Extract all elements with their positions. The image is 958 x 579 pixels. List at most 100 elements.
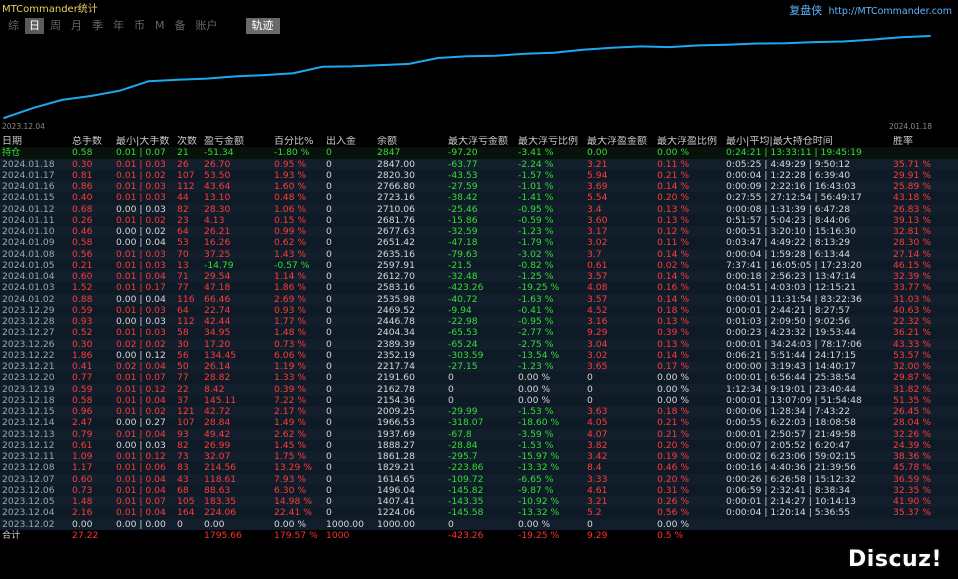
cell-col-3: 44 (175, 192, 202, 204)
cell-col-9: -1.25 % (516, 271, 585, 283)
cell-col-0: 2024.01.15 (0, 192, 70, 204)
table-row[interactable]: 2023.12.06 0.73 0.01 | 0.04 68 88.63 6.30 % 0 1… (0, 484, 958, 496)
cell-col-6: 0 (324, 383, 375, 395)
table-row[interactable]: 2024.01.10 0.46 0.00 | 0.02 64 26.21 0.99 % 0 2… (0, 226, 958, 238)
cell-col-6: 0 (324, 451, 375, 463)
table-row[interactable]: 2023.12.04 2.16 0.01 | 0.04 164 224.06 22.41 … (0, 507, 958, 519)
table-row[interactable]: 2024.01.12 0.68 0.00 | 0.03 82 28.30 1.06 % 0 2… (0, 203, 958, 215)
period-tabs: 综日周月季年币 M 备账户 轨迹 (4, 18, 280, 34)
table-row[interactable]: 2024.01.05 0.21 0.01 | 0.03 13 -14.79 -0.57 %… (0, 259, 958, 271)
table-row[interactable]: 2024.01.15 0.40 0.01 | 0.03 44 13.10 0.48 % 0 2… (0, 192, 958, 204)
table-row[interactable]: 2023.12.13 0.79 0.01 | 0.04 93 49.42 2.62 % 0 1… (0, 428, 958, 440)
table-row[interactable]: 2024.01.09 0.58 0.00 | 0.04 53 16.26 0.62 % 0 2… (0, 237, 958, 249)
cell-col-12: 0:00:08 | 1:31:39 | 6:47:28 (724, 203, 891, 215)
table-row[interactable]: 2024.01.08 0.56 0.01 | 0.03 70 37.25 1.43 % 0 2… (0, 248, 958, 260)
table-row[interactable]: 2023.12.12 0.61 0.00 | 0.03 82 26.99 1.45 % 0 1… (0, 439, 958, 451)
table-row[interactable]: 2024.01.17 0.81 0.01 | 0.02 107 53.50 1.93 % 0… (0, 169, 958, 181)
cell-col-7: 2535.98 (375, 293, 446, 305)
cell-col-2: 0.01 | 0.12 (114, 383, 175, 395)
cell-col-4: 26.99 (202, 439, 272, 451)
cell-col-12: 7:37:41 | 16:05:05 | 17:23:20 (724, 259, 891, 271)
cell-col-3: 26 (175, 158, 202, 170)
cell-col-13: 41.90 % (891, 496, 958, 508)
table-row[interactable]: 2023.12.19 0.59 0.01 | 0.12 22 8.42 0.39 % 0 21… (0, 383, 958, 395)
table-row[interactable]: 2023.12.22 1.86 0.00 | 0.12 56 134.45 6.06 % 0… (0, 349, 958, 361)
cell-col-13: 32.81 % (891, 226, 958, 238)
table-row[interactable]: 2023.12.08 1.17 0.01 | 0.06 83 214.56 13.29 %… (0, 462, 958, 474)
cell-col-0: 2024.01.05 (0, 259, 70, 271)
cell-col-1: 0.58 (70, 394, 114, 406)
cell-col-0: 2024.01.10 (0, 226, 70, 238)
cell-col-3: 50 (175, 361, 202, 373)
tab-2[interactable]: 周 (46, 18, 65, 34)
cell-col-7: 2723.16 (375, 192, 446, 204)
table-row[interactable]: 2023.12.26 0.30 0.02 | 0.02 30 17.20 0.73 % 0 2… (0, 338, 958, 350)
cell-col-1: 1.09 (70, 451, 114, 463)
table-row[interactable]: 2023.12.05 1.48 0.01 | 0.07 105 183.35 14.98 … (0, 496, 958, 508)
cell-col-2: 0.01 | 0.03 (114, 327, 175, 339)
tab-3[interactable]: 月 (67, 18, 86, 34)
cell-col-0: 2023.12.20 (0, 372, 70, 384)
balance-point-0 (3, 117, 5, 119)
table-row[interactable]: 2024.01.02 0.88 0.00 | 0.04 116 66.46 2.69 % 0… (0, 293, 958, 305)
cell-col-9: -18.60 % (516, 417, 585, 429)
table-row[interactable]: 2023.12.21 0.41 0.02 | 0.04 50 26.14 1.19 % 0 2… (0, 361, 958, 373)
table-row[interactable]: 2023.12.18 0.58 0.01 | 0.04 37 145.11 7.22 % 0… (0, 394, 958, 406)
cell-col-3: 73 (175, 451, 202, 463)
cell-col-3 (175, 529, 202, 541)
tab-0[interactable]: 综 (4, 18, 23, 34)
tab-6[interactable]: 币 (130, 18, 149, 34)
cell-col-7: 1407.41 (375, 496, 446, 508)
cell-col-7: 1614.65 (375, 473, 446, 485)
cell-col-13: 43.18 % (891, 192, 958, 204)
holding-row[interactable]: 持仓 0.58 0.01 | 0.07 21 -51.34 -1.80 % 0 2847 -97… (0, 147, 958, 159)
cell-col-9: 0.00 % (516, 383, 585, 395)
balance-point-12 (350, 65, 353, 68)
cell-col-11: 0.14 % (655, 271, 724, 283)
cell-col-6: 0 (324, 259, 375, 271)
cell-col-6: 0 (324, 293, 375, 305)
table-row[interactable]: 2023.12.15 0.96 0.01 | 0.02 121 42.72 2.17 % 0… (0, 406, 958, 418)
table-row[interactable]: 2023.12.20 0.77 0.01 | 0.07 77 28.82 1.33 % 0 2… (0, 372, 958, 384)
tab-4[interactable]: 季 (88, 18, 107, 34)
cell-col-10: 3.7 (585, 248, 655, 260)
cell-col-10: 3.69 (585, 181, 655, 193)
tab-1[interactable]: 日 (25, 18, 44, 34)
cell-col-4: -51.34 (202, 147, 272, 159)
cell-col-2: 0.00 | 0.03 (114, 203, 175, 215)
cell-col-13: 35.71 % (891, 158, 958, 170)
tab-8[interactable]: 备 (171, 18, 190, 34)
balance-line-chart (3, 35, 931, 119)
table-header-row[interactable]: 日期 总手数 最小|大手数 次数 盈亏金额 百分比% 出入金 余额 最大浮亏金额 最大浮亏比例 最大… (0, 136, 958, 147)
table-row[interactable]: 2023.12.14 2.47 0.00 | 0.27 107 28.84 1.49 % 0… (0, 417, 958, 429)
tab-5[interactable]: 年 (109, 18, 128, 34)
cell-col-6: 1000 (324, 529, 375, 541)
cell-col-0: 日期 (2, 136, 22, 147)
brand-url-link[interactable]: http://MTCommander.com (828, 6, 952, 17)
cell-col-12: 0:51:57 | 5:04:23 | 8:44:06 (724, 214, 891, 226)
track-button[interactable]: 轨迹 (245, 18, 280, 34)
cell-col-10: 4.08 (585, 282, 655, 294)
table-row[interactable]: 2024.01.18 0.30 0.01 | 0.03 26 26.70 0.95 % 0 2… (0, 158, 958, 170)
table-row[interactable]: 2023.12.02 0.00 0.00 | 0.00 0 0.00 0.00 % 1000… (0, 518, 958, 530)
cell-col-12: 0:00:51 | 3:20:10 | 15:16:30 (724, 226, 891, 238)
table-row[interactable]: 2023.12.28 0.93 0.00 | 0.03 112 42.44 1.77 % 0… (0, 316, 958, 328)
tab-9[interactable]: 账户 (192, 18, 222, 34)
table-row[interactable]: 2024.01.04 0.60 0.01 | 0.04 71 29.54 1.14 % 0 2… (0, 271, 958, 283)
table-row[interactable]: 2024.01.03 1.52 0.01 | 0.17 77 47.18 1.86 % 0 2… (0, 282, 958, 294)
table-row[interactable]: 2023.12.11 1.09 0.01 | 0.12 73 32.07 1.75 % 0 1… (0, 451, 958, 463)
balance-point-22 (639, 45, 642, 48)
cell-col-11: 0.31 % (655, 484, 724, 496)
table-row[interactable]: 2024.01.16 0.86 0.01 | 0.03 112 43.64 1.60 % 0… (0, 181, 958, 193)
cell-col-11: 0.18 % (655, 304, 724, 316)
total-row[interactable]: 合计 27.22 1795.66 179.57 % 1000 -423.26 -19.25 … (0, 529, 958, 541)
cell-col-1: 0.96 (70, 406, 114, 418)
cell-col-1: 0.68 (70, 203, 114, 215)
table-row[interactable]: 2024.01.11 0.26 0.01 | 0.02 23 4.13 0.15 % 0 26… (0, 214, 958, 226)
table-row[interactable]: 2023.12.07 0.60 0.01 | 0.04 43 118.61 7.93 % 0… (0, 473, 958, 485)
cell-col-6: 0 (324, 158, 375, 170)
cell-col-1: 0.21 (70, 259, 114, 271)
table-row[interactable]: 2023.12.27 0.52 0.01 | 0.03 58 34.95 1.48 % 0 2… (0, 327, 958, 339)
table-row[interactable]: 2023.12.29 0.59 0.01 | 0.03 64 22.74 0.93 % 0 2… (0, 304, 958, 316)
tab-7[interactable]: M (151, 18, 169, 34)
